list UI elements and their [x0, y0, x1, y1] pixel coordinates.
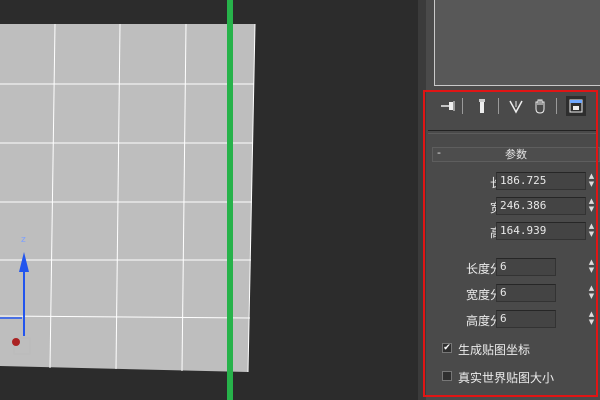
width-segs-spinner[interactable]: ▲ ▼: [587, 284, 596, 302]
real-world-map-size-checkbox[interactable]: 真实世界贴图大小: [442, 369, 600, 385]
show-end-result-button[interactable]: [472, 96, 492, 116]
v-split-icon: [509, 100, 523, 114]
length-segs-row: 长度分段: 6 ▲ ▼: [426, 258, 600, 278]
gen-mapping-coords-checkbox[interactable]: ✔ 生成贴图坐标: [442, 341, 600, 357]
rollout-title: 参数: [505, 148, 527, 161]
pin-stack-button[interactable]: [438, 96, 458, 116]
command-panel: - 参数 长度: 186.725 ▲▼ 宽度: 246.386 ▲▼ 高度: 1…: [426, 0, 600, 400]
length-row: 长度: 186.725 ▲▼: [426, 172, 600, 192]
length-segs-field[interactable]: 6: [496, 258, 556, 276]
length-field[interactable]: 186.725: [496, 172, 586, 190]
pipe-icon: [479, 99, 485, 113]
configure-sets-button[interactable]: [566, 96, 586, 116]
height-row: 高度: 164.939 ▲▼: [426, 222, 600, 242]
height-field[interactable]: 164.939: [496, 222, 586, 240]
height-segs-row: 高度分段: 6 ▲ ▼: [426, 310, 600, 330]
z-axis-label: z: [21, 235, 26, 245]
panel-divider-light: [428, 133, 596, 134]
modifier-stack-toolbar: [426, 94, 600, 118]
configure-icon: [569, 99, 583, 113]
length-spinner[interactable]: ▲ ▼: [587, 172, 596, 190]
viewport-border: [418, 0, 426, 400]
real-world-map-size-label: 真实世界贴图大小: [458, 371, 555, 385]
remove-modifier-button[interactable]: [530, 96, 550, 116]
hand-icon: [535, 99, 545, 114]
box-object[interactable]: [0, 24, 255, 372]
width-field[interactable]: 246.386: [496, 197, 586, 215]
gen-mapping-coords-label: 生成贴图坐标: [458, 343, 531, 357]
pivot-point: [12, 338, 20, 346]
height-segs-spinner[interactable]: ▲ ▼: [587, 310, 596, 328]
object-preview-area: [434, 0, 600, 86]
gen-mapping-coords-box[interactable]: ✔: [442, 343, 452, 353]
viewport-canvas: [0, 0, 256, 400]
panel-divider: [428, 130, 596, 131]
length-segs-spinner[interactable]: ▲ ▼: [587, 258, 596, 276]
width-spinner[interactable]: ▲ ▼: [587, 197, 596, 215]
width-segs-row: 宽度分段: 6 ▲ ▼: [426, 284, 600, 304]
pin-icon: [441, 101, 455, 111]
make-unique-button[interactable]: [506, 96, 526, 116]
real-world-map-size-box[interactable]: [442, 371, 452, 381]
viewport[interactable]: z: [0, 0, 418, 400]
width-row: 宽度: 246.386 ▲▼: [426, 197, 600, 217]
height-spinner[interactable]: ▲ ▼: [587, 222, 596, 240]
width-segs-field[interactable]: 6: [496, 284, 556, 302]
height-segs-field[interactable]: 6: [496, 310, 556, 328]
parameters-rollout-header[interactable]: - 参数: [432, 146, 600, 162]
